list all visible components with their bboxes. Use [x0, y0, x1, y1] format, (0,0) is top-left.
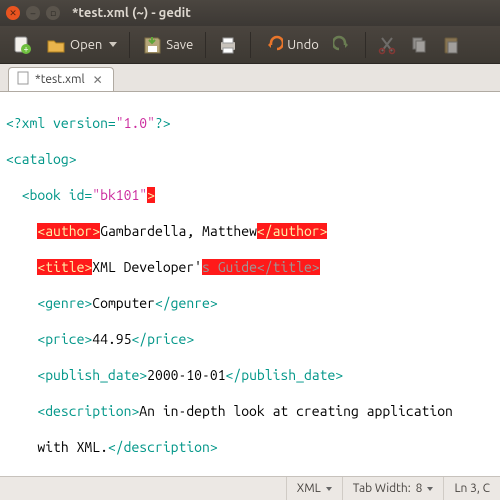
chevron-down-icon	[326, 487, 332, 491]
save-label: Save	[166, 38, 193, 52]
undo-label: Undo	[287, 38, 319, 52]
tab-bar: *test.xml ✕	[0, 64, 500, 92]
chevron-down-icon[interactable]	[109, 42, 117, 47]
print-icon	[218, 35, 238, 55]
cursor-position: Ln 3, C	[443, 477, 500, 500]
tabwidth-selector[interactable]: Tab Width: 8	[342, 477, 444, 500]
open-label: Open	[70, 38, 102, 52]
code-line: <price>44.95</price>	[6, 330, 494, 348]
code-line: <author>Gambardella, Matthew</author>	[6, 222, 494, 240]
code-line: <genre>Computer</genre>	[6, 294, 494, 312]
status-bar: XML Tab Width: 8 Ln 3, C	[0, 476, 500, 500]
file-icon	[17, 71, 29, 88]
undo-icon	[263, 35, 283, 55]
close-icon[interactable]: ✕	[91, 73, 105, 87]
tab-label: *test.xml	[35, 73, 85, 86]
chevron-down-icon	[427, 487, 433, 491]
tabwidth-label: Tab Width:	[353, 482, 411, 495]
close-icon[interactable]: ✕	[6, 6, 20, 20]
maximize-icon[interactable]: ▫	[46, 6, 60, 20]
redo-button[interactable]	[327, 32, 359, 58]
open-button[interactable]: Open	[40, 32, 123, 58]
separator	[205, 32, 206, 58]
new-file-icon: +	[12, 35, 32, 55]
svg-text:+: +	[23, 44, 28, 54]
window-title: *test.xml (~) - gedit	[72, 6, 191, 20]
new-button[interactable]: +	[6, 32, 38, 58]
tabwidth-value: 8	[416, 482, 423, 495]
text-editor[interactable]: <?xml version="1.0"?> <catalog> <book id…	[0, 92, 500, 472]
separator	[365, 32, 366, 58]
code-line: with XML.</description>	[6, 438, 494, 456]
code-line: <title>XML Developer's Guide</title>	[6, 258, 494, 276]
code-line: <description>An in-depth look at creatin…	[6, 402, 494, 420]
undo-button[interactable]: Undo	[257, 32, 325, 58]
toolbar: + Open Save Undo	[0, 26, 500, 64]
print-button[interactable]	[212, 32, 244, 58]
tab-file[interactable]: *test.xml ✕	[8, 67, 114, 91]
status-language-label: XML	[297, 482, 321, 495]
code-line: <publish_date>2000-10-01</publish_date>	[6, 366, 494, 384]
copy-button[interactable]	[404, 32, 434, 58]
redo-icon	[333, 35, 353, 55]
code-line: <?xml version="1.0"?>	[6, 114, 494, 132]
copy-icon	[410, 35, 428, 55]
separator	[129, 32, 130, 58]
separator	[250, 32, 251, 58]
code-line: <book id="bk101">	[6, 186, 494, 204]
paste-button[interactable]	[436, 32, 466, 58]
cut-icon	[378, 35, 396, 55]
window-titlebar: ✕ ‒ ▫ *test.xml (~) - gedit	[0, 0, 500, 26]
language-selector[interactable]: XML	[286, 477, 342, 500]
save-button[interactable]: Save	[136, 32, 199, 58]
cut-button[interactable]	[372, 32, 402, 58]
cursor-label: Ln 3, C	[454, 482, 490, 495]
code-line: <catalog>	[6, 150, 494, 168]
paste-icon	[442, 35, 460, 55]
save-icon	[142, 35, 162, 55]
folder-open-icon	[46, 35, 66, 55]
minimize-icon[interactable]: ‒	[26, 6, 40, 20]
